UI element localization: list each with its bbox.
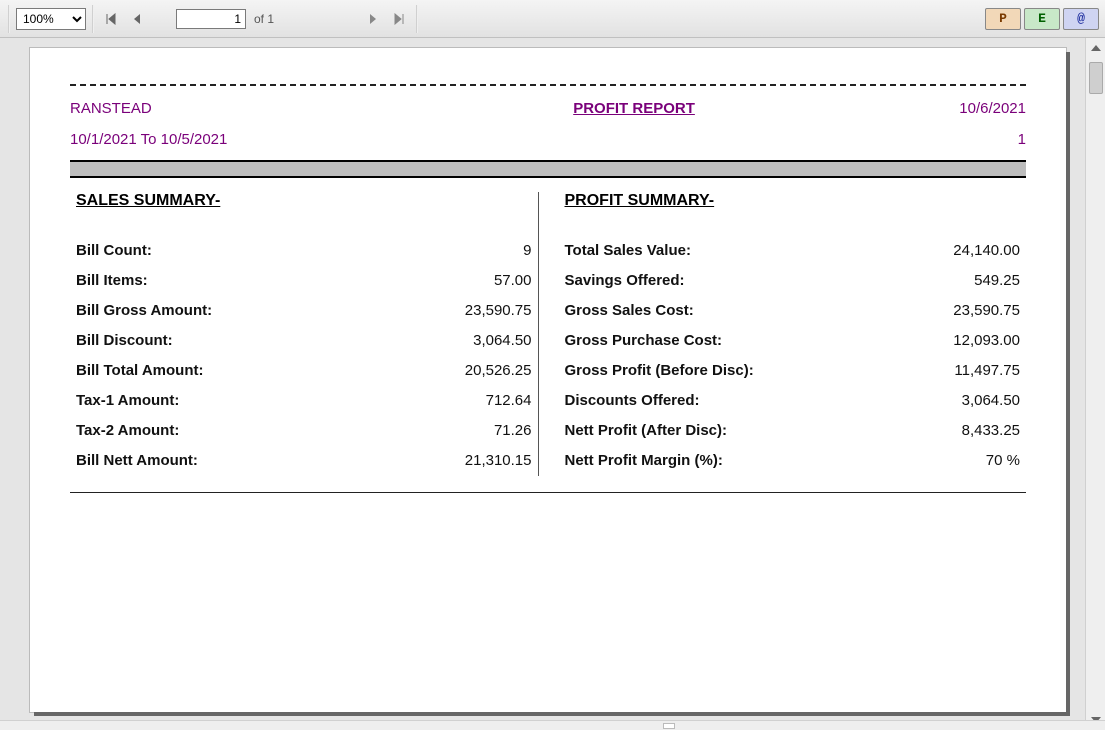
page-of-label: of 1 [254,12,294,26]
sales-value: 20,526.25 [412,356,532,386]
status-bar [0,720,1105,730]
sales-summary-column: SALES SUMMARY- Bill Count:9Bill Items:57… [70,192,538,476]
scroll-thumb[interactable] [1089,62,1103,94]
first-page-icon [105,13,117,25]
profit-label: Gross Profit (Before Disc): [565,356,901,386]
sales-value: 71.26 [412,416,532,446]
summary-columns: SALES SUMMARY- Bill Count:9Bill Items:57… [70,192,1026,476]
section-bottom-rule [70,492,1026,493]
sales-label: Bill Nett Amount: [76,446,412,476]
scroll-up-button[interactable] [1086,38,1105,58]
page-top-rule [70,84,1026,86]
sales-label: Bill Gross Amount: [76,296,412,326]
sales-value: 21,310.15 [412,446,532,476]
chevron-up-icon [1091,45,1101,51]
report-header-line1: RANSTEAD PROFIT REPORT 10/6/2021 [70,100,1026,117]
date-range: 10/1/2021 To 10/5/2021 [70,131,227,148]
profit-value: 3,064.50 [900,386,1020,416]
prev-page-button[interactable] [126,8,148,30]
sales-label: Bill Items: [76,266,412,296]
status-resize-handle[interactable] [663,723,675,729]
sales-label: Bill Count: [76,236,412,266]
sales-row: Tax-1 Amount:712.64 [76,386,532,416]
page-number-input[interactable] [176,9,246,29]
last-page-icon [393,13,405,25]
profit-value: 23,590.75 [900,296,1020,326]
company-name: RANSTEAD [70,100,433,117]
toolbar-separator [8,5,10,33]
profit-value: 8,433.25 [900,416,1020,446]
sales-summary-heading: SALES SUMMARY- [76,192,532,210]
report-viewer: RANSTEAD PROFIT REPORT 10/6/2021 10/1/20… [0,38,1105,730]
last-page-button[interactable] [388,8,410,30]
profit-value: 549.25 [900,266,1020,296]
profit-value: 11,497.75 [900,356,1020,386]
sales-label: Tax-1 Amount: [76,386,412,416]
next-page-button[interactable] [362,8,384,30]
sales-value: 3,064.50 [412,326,532,356]
sales-row: Bill Items:57.00 [76,266,532,296]
toolbar-separator [416,5,418,33]
profit-label: Gross Purchase Cost: [565,326,901,356]
sales-row: Bill Gross Amount:23,590.75 [76,296,532,326]
profit-value: 70 % [900,446,1020,476]
profit-label: Gross Sales Cost: [565,296,901,326]
profit-row: Nett Profit (After Disc):8,433.25 [565,416,1021,446]
profit-summary-heading: PROFIT SUMMARY- [565,192,1021,210]
first-page-button[interactable] [100,8,122,30]
profit-summary-column: PROFIT SUMMARY- Total Sales Value:24,140… [538,192,1027,476]
profit-row: Savings Offered:549.25 [565,266,1021,296]
profit-label: Nett Profit Margin (%): [565,446,901,476]
at-button[interactable]: @ [1063,8,1099,30]
profit-row: Nett Profit Margin (%):70 % [565,446,1021,476]
profit-label: Discounts Offered: [565,386,901,416]
profit-row: Total Sales Value:24,140.00 [565,236,1021,266]
profit-value: 12,093.00 [900,326,1020,356]
sales-value: 23,590.75 [412,296,532,326]
sales-label: Bill Total Amount: [76,356,412,386]
sales-row: Bill Total Amount:20,526.25 [76,356,532,386]
vertical-scrollbar[interactable] [1085,38,1105,730]
profit-value: 24,140.00 [900,236,1020,266]
profit-label: Total Sales Value: [565,236,901,266]
sales-label: Bill Discount: [76,326,412,356]
next-page-icon [368,13,378,25]
profit-row: Gross Profit (Before Disc):11,497.75 [565,356,1021,386]
section-divider [70,160,1026,178]
sales-value: 712.64 [412,386,532,416]
sales-row: Tax-2 Amount:71.26 [76,416,532,446]
e-button[interactable]: E [1024,8,1060,30]
profit-label: Savings Offered: [565,266,901,296]
toolbar-separator [92,5,94,33]
report-date: 10/6/2021 [835,100,1026,117]
report-toolbar: 100% of 1 P E @ [0,0,1105,38]
report-page: RANSTEAD PROFIT REPORT 10/6/2021 10/1/20… [30,48,1066,712]
profit-row: Discounts Offered:3,064.50 [565,386,1021,416]
prev-page-icon [132,13,142,25]
sales-value: 9 [412,236,532,266]
p-button[interactable]: P [985,8,1021,30]
page-number: 1 [1018,131,1026,148]
sales-value: 57.00 [412,266,532,296]
sales-label: Tax-2 Amount: [76,416,412,446]
report-header-line2: 10/1/2021 To 10/5/2021 1 [70,131,1026,148]
zoom-select[interactable]: 100% [16,8,86,30]
profit-row: Gross Sales Cost:23,590.75 [565,296,1021,326]
report-title: PROFIT REPORT [433,100,835,117]
sales-row: Bill Count:9 [76,236,532,266]
sales-row: Bill Discount:3,064.50 [76,326,532,356]
sales-row: Bill Nett Amount:21,310.15 [76,446,532,476]
profit-label: Nett Profit (After Disc): [565,416,901,446]
profit-row: Gross Purchase Cost:12,093.00 [565,326,1021,356]
